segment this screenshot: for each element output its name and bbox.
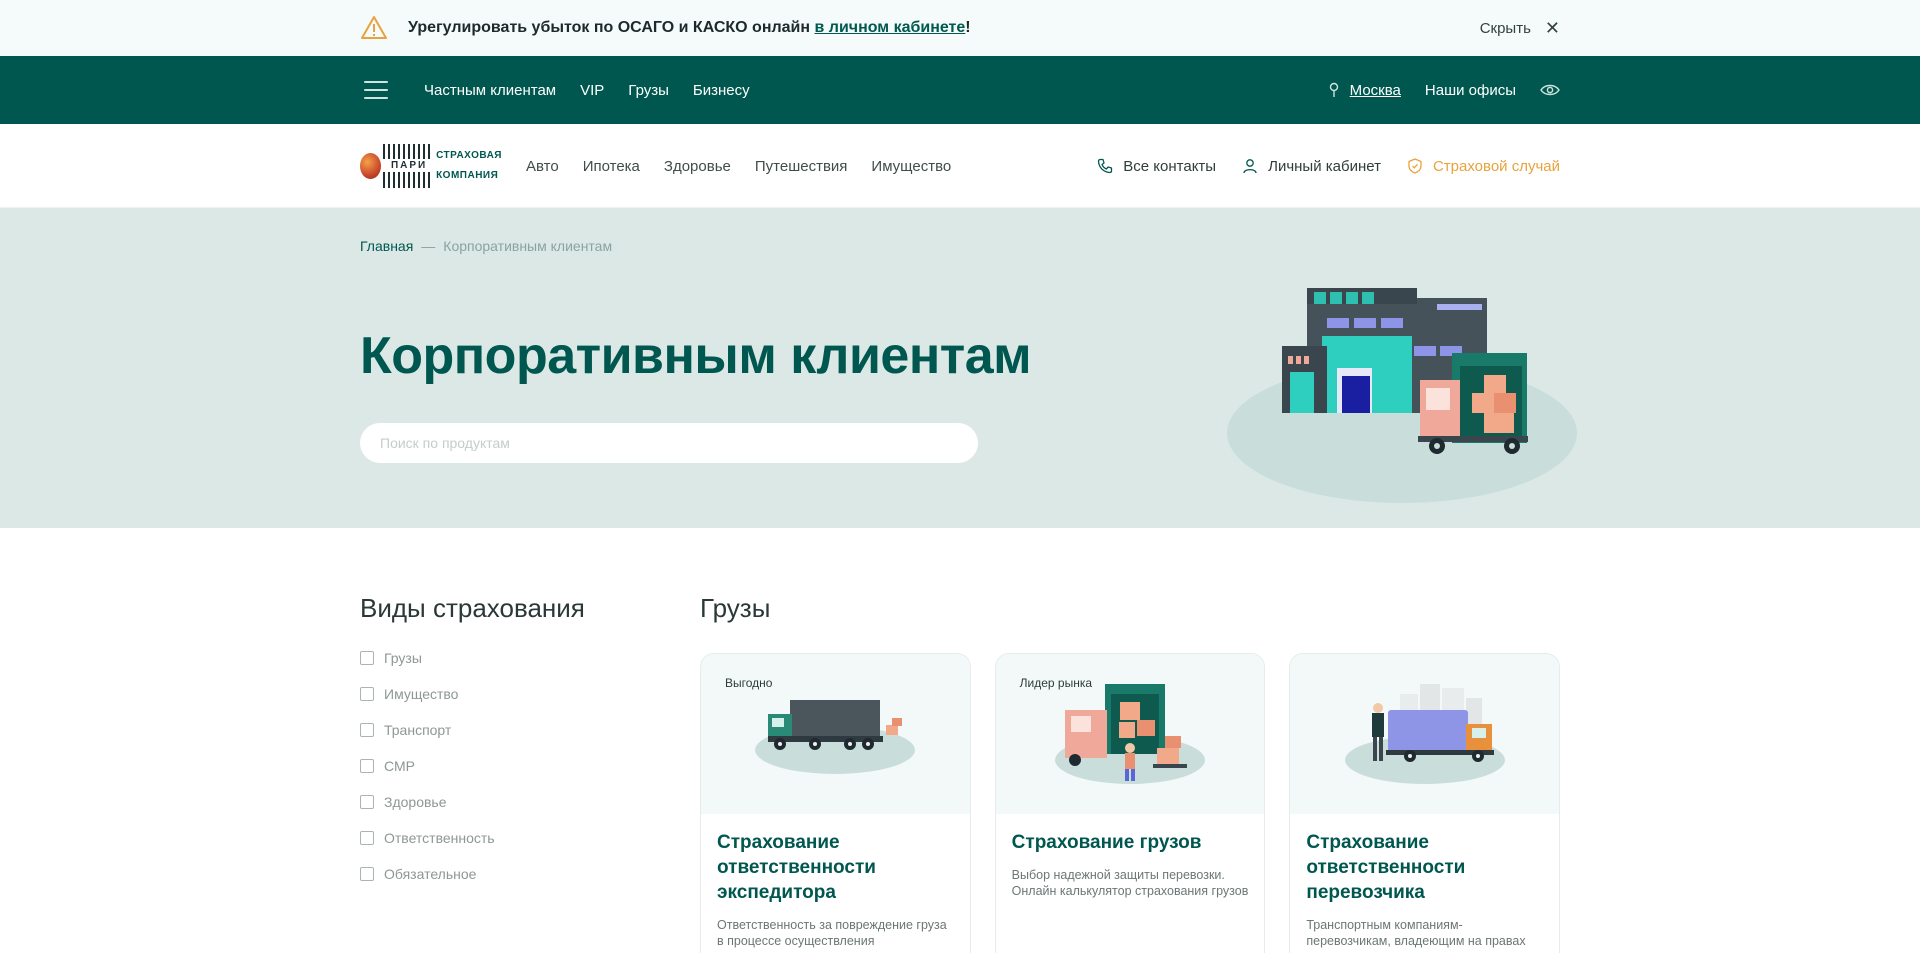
checkbox[interactable] [360,651,374,665]
shield-icon [1408,158,1422,174]
nav-mortgage[interactable]: Ипотека [583,158,640,175]
menu-icon[interactable] [364,81,388,99]
insurance-case-link[interactable]: Страховой случай [1407,158,1560,175]
company-logo[interactable]: ПАРИ СТРАХОВАЯ КОМПАНИЯ [360,143,502,189]
product-card-carrier[interactable]: Страхование ответственности перевозчика … [1289,653,1561,953]
notice-bar: Урегулировать убыток по ОСАГО и КАСКО он… [0,0,1920,56]
personal-cabinet-link[interactable]: Личный кабинет [1242,158,1381,175]
city-selector[interactable]: Москва [1328,82,1401,99]
phone-icon [1098,158,1113,174]
filter-property[interactable]: Имущество [360,676,660,712]
product-card-forwarder[interactable]: Выгодно Страхование ответственности эксп… [700,653,971,953]
card-description: Выбор надежной защиты перевозки. Онлайн … [1011,868,1249,898]
city-name[interactable]: Москва [1350,82,1401,99]
cabinet-link[interactable]: в личном кабинете [815,19,966,36]
user-icon [1243,159,1257,174]
eye-icon[interactable] [1540,83,1560,97]
product-search-input[interactable] [360,423,978,463]
notice-message: Урегулировать убыток по ОСАГО и КАСКО он… [408,19,971,36]
card-title[interactable]: Страхование ответственности экспедитора [717,830,954,905]
checkbox[interactable] [360,759,374,773]
all-contacts-link[interactable]: Все контакты [1097,158,1216,175]
logo-brand: ПАРИ [383,159,436,172]
filter-title: Виды страхования [360,593,585,623]
checkbox[interactable] [360,723,374,737]
main-header: ПАРИ СТРАХОВАЯ КОМПАНИЯ Авто Ипотека Здо… [0,124,1920,208]
truck-illustration [755,700,916,774]
nav-health[interactable]: Здоровье [664,158,731,175]
breadcrumb-home[interactable]: Главная [360,238,413,254]
nav-business[interactable]: Бизнесу [693,82,750,99]
product-navigation: Авто Ипотека Здоровье Путешествия Имущес… [526,158,951,175]
location-pin-icon [1329,82,1338,97]
hero-section: Главная — Корпоративным клиентам Корпора… [0,208,1920,528]
warning-icon [361,16,387,39]
content-area: Виды страхования Грузы Имущество Транспо… [360,528,1561,953]
nav-property[interactable]: Имущество [871,158,951,175]
nav-travel[interactable]: Путешествия [755,158,848,175]
logo-ball-icon [360,153,382,179]
our-offices-link[interactable]: Наши офисы [1425,82,1516,99]
close-icon[interactable]: ✕ [1545,18,1560,39]
breadcrumb: Главная — Корпоративным клиентам [360,238,613,254]
products-section: Грузы Выгодно Страхование ответственност… [700,593,1561,953]
page-title: Корпоративным клиентам [360,327,1032,385]
filter-construction[interactable]: СМР [360,748,660,784]
product-cards: Выгодно Страхование ответственности эксп… [700,653,1561,953]
card-description: Ответственность за повреждение груза в п… [717,918,947,948]
checkbox[interactable] [360,795,374,809]
filter-cargo[interactable]: Грузы [360,640,660,676]
breadcrumb-current: Корпоративным клиентам [443,238,613,254]
card-title[interactable]: Страхование грузов [1012,830,1249,855]
hide-notice-button[interactable]: Скрыть ✕ [1480,18,1560,39]
filter-liability[interactable]: Ответственность [360,820,660,856]
card-description: Транспортным компаниям-перевозчикам, вла… [1306,918,1526,948]
checkbox[interactable] [360,687,374,701]
warehouse-illustration [1227,288,1577,503]
section-title: Грузы [700,593,771,623]
cargo-loading-illustration [1055,684,1205,784]
filter-sidebar: Виды страхования Грузы Имущество Транспо… [360,593,660,892]
nav-cargo[interactable]: Грузы [628,82,669,99]
nav-vip[interactable]: VIP [580,82,604,99]
audience-links: Частным клиентам VIP Грузы Бизнесу [424,82,750,99]
card-title[interactable]: Страхование ответственности перевозчика [1306,830,1543,905]
nav-private-clients[interactable]: Частным клиентам [424,82,556,99]
filter-mandatory[interactable]: Обязательное [360,856,660,892]
nav-auto[interactable]: Авто [526,158,559,175]
van-driver-illustration [1344,684,1505,784]
top-navigation: Частным клиентам VIP Грузы Бизнесу Москв… [0,56,1920,124]
product-card-cargo[interactable]: Лидер рынка Страхование грузов Выбор над… [994,653,1266,953]
checkbox[interactable] [360,867,374,881]
checkbox[interactable] [360,831,374,845]
filter-transport[interactable]: Транспорт [360,712,660,748]
filter-health[interactable]: Здоровье [360,784,660,820]
